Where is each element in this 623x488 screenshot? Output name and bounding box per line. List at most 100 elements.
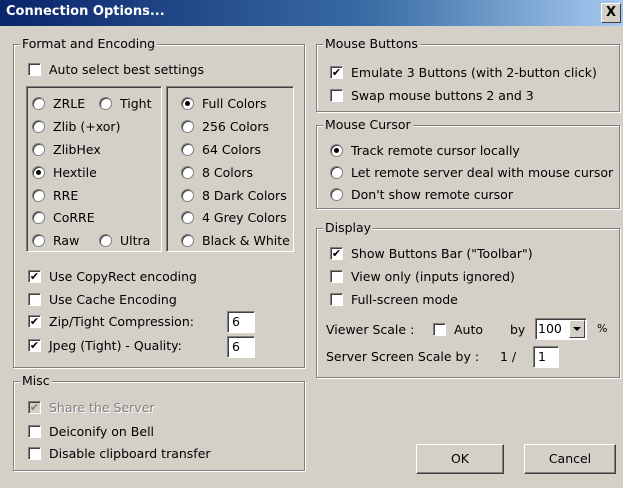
server-scale-input[interactable]: 1 [533, 346, 559, 368]
misc-legend: Misc [20, 373, 52, 388]
radio-icon[interactable] [181, 97, 194, 110]
deiconify-checkbox[interactable] [28, 425, 41, 438]
radio-icon[interactable] [99, 97, 112, 110]
share-server-label: Share the Server [49, 400, 155, 415]
close-icon[interactable]: X [601, 3, 621, 23]
encoding-radio-zlib[interactable]: Zlib (+xor) [32, 119, 120, 134]
fullscreen-checkbox[interactable] [330, 293, 343, 306]
viewer-scale-label: Viewer Scale : [326, 322, 415, 337]
encoding-radio-ultra[interactable]: Ultra [99, 233, 150, 248]
color-radio-bw[interactable]: Black & White [181, 233, 290, 248]
toolbar-checkbox[interactable]: ✔ [330, 247, 343, 260]
color-label: Black & White [202, 233, 290, 248]
jpeg-checkbox-row[interactable]: ✔ Jpeg (Tight) - Quality: [28, 338, 182, 353]
encoding-radio-hextile[interactable]: Hextile [32, 165, 97, 180]
radio-icon[interactable] [32, 97, 45, 110]
deiconify-checkbox-row[interactable]: Deiconify on Bell [28, 424, 154, 439]
server-scale-label: Server Screen Scale by : [326, 349, 480, 364]
encoding-label: CoRRE [53, 210, 95, 225]
fullscreen-label: Full-screen mode [351, 292, 458, 307]
auto-scale-checkbox-row[interactable]: Auto [433, 322, 483, 337]
viewonly-checkbox-row[interactable]: View only (inputs ignored) [330, 269, 515, 284]
ok-button[interactable]: OK [416, 444, 504, 474]
auto-select-label: Auto select best settings [49, 62, 204, 77]
radio-icon[interactable] [32, 234, 45, 247]
color-radio-4grey[interactable]: 4 Grey Colors [181, 210, 287, 225]
zip-compression-input[interactable]: 6 [227, 311, 255, 333]
scale-value: 100 [538, 321, 562, 336]
cache-checkbox[interactable] [28, 293, 41, 306]
swap-buttons-checkbox-row[interactable]: Swap mouse buttons 2 and 3 [330, 88, 534, 103]
color-label: 8 Colors [202, 165, 254, 180]
radio-icon[interactable] [32, 120, 45, 133]
radio-icon[interactable] [181, 166, 194, 179]
clipboard-checkbox[interactable] [28, 447, 41, 460]
color-radio-8[interactable]: 8 Colors [181, 165, 253, 180]
encoding-label: ZlibHex [53, 142, 101, 157]
radio-icon[interactable] [32, 211, 45, 224]
radio-icon[interactable] [181, 143, 194, 156]
percent-label: % [597, 322, 608, 335]
cursor-label: Let remote server deal with mouse cursor [351, 165, 614, 180]
encoding-radio-raw[interactable]: Raw [32, 233, 79, 248]
viewonly-checkbox[interactable] [330, 270, 343, 283]
color-label: 64 Colors [202, 142, 262, 157]
emulate3-checkbox-row[interactable]: ✔ Emulate 3 Buttons (with 2-button click… [330, 65, 597, 80]
encoding-label: Ultra [120, 233, 151, 248]
clipboard-checkbox-row[interactable]: Disable clipboard transfer [28, 446, 211, 461]
color-radio-64[interactable]: 64 Colors [181, 142, 261, 157]
radio-icon[interactable] [181, 189, 194, 202]
color-label: Full Colors [202, 96, 267, 111]
swap-buttons-label: Swap mouse buttons 2 and 3 [351, 88, 534, 103]
deiconify-label: Deiconify on Bell [49, 424, 155, 439]
window-title: Connection Options... [6, 4, 165, 19]
dropdown-arrow-icon[interactable] [569, 320, 585, 338]
cursor-radio-dont[interactable]: Don't show remote cursor [330, 187, 513, 202]
zip-checkbox[interactable]: ✔ [28, 315, 41, 328]
radio-icon[interactable] [32, 166, 45, 179]
radio-icon[interactable] [32, 143, 45, 156]
color-radio-full[interactable]: Full Colors [181, 96, 267, 111]
cache-checkbox-row[interactable]: Use Cache Encoding [28, 292, 177, 307]
clipboard-label: Disable clipboard transfer [49, 446, 211, 461]
radio-icon[interactable] [181, 120, 194, 133]
toolbar-checkbox-row[interactable]: ✔ Show Buttons Bar ("Toolbar") [330, 246, 533, 261]
cursor-radio-track[interactable]: Track remote cursor locally [330, 143, 520, 158]
zip-checkbox-row[interactable]: ✔ Zip/Tight Compression: [28, 314, 194, 329]
radio-icon[interactable] [330, 166, 343, 179]
encoding-radio-zrle[interactable]: ZRLE [32, 96, 85, 111]
radio-icon[interactable] [330, 144, 343, 157]
encoding-label: Raw [53, 233, 80, 248]
jpeg-quality-input[interactable]: 6 [227, 336, 255, 358]
encoding-radio-rre[interactable]: RRE [32, 188, 78, 203]
jpeg-checkbox[interactable]: ✔ [28, 339, 41, 352]
copyrect-checkbox-row[interactable]: ✔ Use CopyRect encoding [28, 269, 197, 284]
emulate3-checkbox[interactable]: ✔ [330, 66, 343, 79]
copyrect-checkbox[interactable]: ✔ [28, 270, 41, 283]
cursor-radio-remote[interactable]: Let remote server deal with mouse cursor [330, 165, 613, 180]
auto-select-checkbox[interactable] [28, 63, 41, 76]
swap-buttons-checkbox[interactable] [330, 89, 343, 102]
scale-dropdown[interactable]: 100 [535, 318, 587, 340]
color-radio-8dark[interactable]: 8 Dark Colors [181, 188, 287, 203]
color-radio-256[interactable]: 256 Colors [181, 119, 269, 134]
auto-select-checkbox-row[interactable]: Auto select best settings [28, 62, 204, 77]
encoding-radio-zlibhex[interactable]: ZlibHex [32, 142, 101, 157]
fullscreen-checkbox-row[interactable]: Full-screen mode [330, 292, 458, 307]
jpeg-label: Jpeg (Tight) - Quality: [49, 338, 182, 353]
radio-icon[interactable] [32, 189, 45, 202]
cancel-button[interactable]: Cancel [524, 444, 616, 474]
cache-label: Use Cache Encoding [49, 292, 177, 307]
radio-icon[interactable] [181, 234, 194, 247]
copyrect-label: Use CopyRect encoding [49, 269, 197, 284]
radio-icon[interactable] [330, 188, 343, 201]
share-server-checkbox-row: ✔ Share the Server [28, 400, 155, 415]
radio-icon[interactable] [99, 234, 112, 247]
viewonly-label: View only (inputs ignored) [351, 269, 515, 284]
encoding-radio-corre[interactable]: CoRRE [32, 210, 95, 225]
auto-scale-checkbox[interactable] [433, 323, 446, 336]
server-scale-prefix: 1 / [500, 349, 517, 364]
encoding-radio-tight[interactable]: Tight [99, 96, 151, 111]
emulate3-label: Emulate 3 Buttons (with 2-button click) [351, 65, 597, 80]
radio-icon[interactable] [181, 211, 194, 224]
